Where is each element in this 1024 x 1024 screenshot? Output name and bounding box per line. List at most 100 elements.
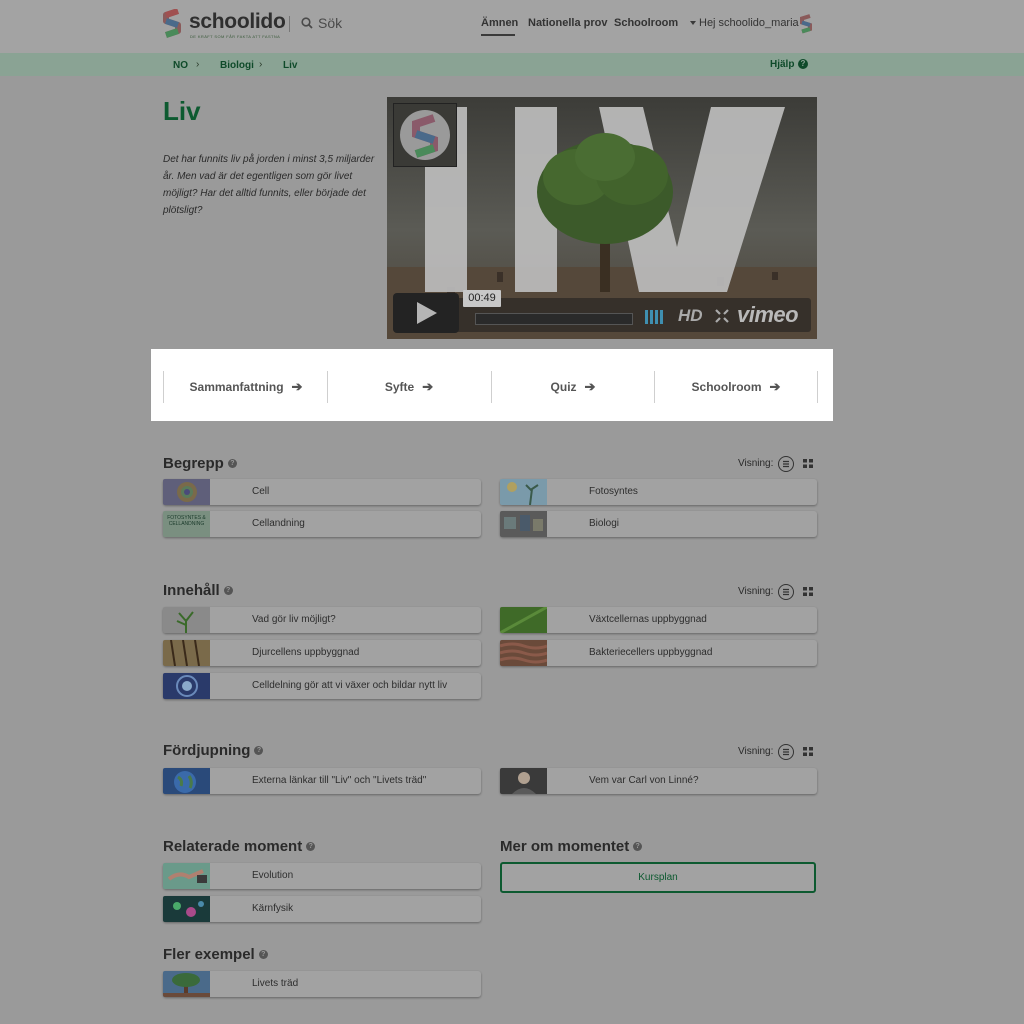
video-progress-bar[interactable] <box>475 313 633 325</box>
tab-label: Sammanfattning <box>189 380 284 394</box>
list-item-label: Kärnfysik <box>252 903 294 914</box>
section-title-innehall: Innehåll? <box>163 582 233 599</box>
list-item-label: Externa länkar till "Liv" och "Livets tr… <box>252 775 427 786</box>
thumbnail-bacteria <box>500 640 547 666</box>
question-circle-icon[interactable]: ? <box>223 585 233 595</box>
tab-label: Quiz <box>550 380 577 394</box>
thumbnail-tree <box>163 971 210 997</box>
question-circle-icon[interactable]: ? <box>633 841 643 851</box>
list-item-vad-gor-liv-mojligt[interactable]: Vad gör liv möjligt? <box>163 607 481 633</box>
list-item-biologi[interactable]: Biologi <box>500 511 817 537</box>
nav-active-indicator <box>481 34 515 36</box>
list-item-evolution[interactable]: Evolution <box>163 863 481 889</box>
list-item-label: Cell <box>252 486 270 497</box>
list-item-karnfysik[interactable]: Kärnfysik <box>163 896 481 922</box>
view-mode-label: Visning: <box>738 458 774 469</box>
list-item-label: Livets träd <box>252 978 299 989</box>
video-time: 00:49 <box>463 290 501 307</box>
breadcrumb-bar <box>0 53 1024 76</box>
video-player[interactable]: 00:49 HD vimeo <box>387 97 817 339</box>
play-icon <box>417 302 437 324</box>
vimeo-logo[interactable]: vimeo <box>737 302 799 328</box>
breadcrumb-biologi[interactable]: Biologi <box>220 60 254 71</box>
thumbnail-leaf <box>500 607 547 633</box>
thumbnail-cellandning: FOTOSYNTES & CELLANDNING <box>163 511 210 537</box>
list-item-cell[interactable]: Cell <box>163 479 481 505</box>
section-title-text: Begrepp <box>163 455 224 472</box>
list-view-icon[interactable] <box>778 584 794 600</box>
list-item-djurcellens-uppbyggnad[interactable]: Djurcellens uppbyggnad <box>163 640 481 666</box>
user-avatar-icon[interactable] <box>799 14 813 34</box>
tab-schoolroom[interactable]: Schoolroom ➔ <box>655 372 817 402</box>
list-item-label: Vem var Carl von Linné? <box>589 775 699 786</box>
thumbnail-cell-division <box>163 673 210 699</box>
section-title-begrepp: Begrepp? <box>163 455 237 472</box>
search-icon[interactable] <box>301 17 313 29</box>
list-item-celldelning[interactable]: Celldelning gör att vi växer och bildar … <box>163 673 481 699</box>
list-item-cellandning[interactable]: FOTOSYNTES & CELLANDNING Cellandning <box>163 511 481 537</box>
grid-view-icon[interactable] <box>803 587 813 596</box>
list-item-externa-lankar[interactable]: Externa länkar till "Liv" och "Livets tr… <box>163 768 481 794</box>
user-menu[interactable]: Hej schoolido_maria <box>699 17 799 29</box>
list-item-label: Vad gör liv möjligt? <box>252 614 336 625</box>
thumbnail-plant <box>163 607 210 633</box>
tab-sammanfattning[interactable]: Sammanfattning ➔ <box>165 372 327 402</box>
section-title-text: Fördjupning <box>163 742 251 759</box>
list-item-livets-trad[interactable]: Livets träd <box>163 971 481 997</box>
schoolido-logo-icon[interactable] <box>162 9 182 39</box>
chevron-down-icon[interactable] <box>690 21 696 25</box>
breadcrumb-separator: › <box>259 59 263 70</box>
question-circle-icon[interactable]: ? <box>258 949 268 959</box>
arrow-right-icon: ➔ <box>422 379 434 394</box>
section-title-text: Mer om momentet <box>500 838 630 855</box>
list-item-carl-von-linne[interactable]: Vem var Carl von Linné? <box>500 768 817 794</box>
search-link[interactable]: Sök <box>318 15 342 31</box>
kursplan-button[interactable]: Kursplan <box>500 862 816 893</box>
view-mode-label: Visning: <box>738 586 774 597</box>
list-item-label: Cellandning <box>252 518 305 529</box>
volume-icon[interactable] <box>645 310 667 324</box>
breadcrumb-separator: › <box>196 59 200 70</box>
list-item-bakteriecellers-uppbyggnad[interactable]: Bakteriecellers uppbyggnad <box>500 640 817 666</box>
thumbnail-portrait <box>500 768 547 794</box>
list-item-label: Växtcellernas uppbyggnad <box>589 614 707 625</box>
tab-label: Schoolroom <box>691 380 762 394</box>
breadcrumb-no[interactable]: NO <box>173 60 188 71</box>
thumbnail-caption: FOTOSYNTES & CELLANDNING <box>167 515 206 527</box>
list-item-fotosyntes[interactable]: Fotosyntes <box>500 479 817 505</box>
list-item-label: Evolution <box>252 870 294 881</box>
grid-view-icon[interactable] <box>803 459 813 468</box>
fullscreen-icon[interactable] <box>715 309 729 323</box>
nav-amnen[interactable]: Ämnen <box>481 17 518 29</box>
section-title-fler-exempel: Fler exempel? <box>163 946 268 963</box>
question-circle-icon[interactable]: ? <box>798 59 808 69</box>
arrow-right-icon: ➔ <box>769 379 781 394</box>
nav-nationella-prov[interactable]: Nationella prov <box>528 17 607 29</box>
list-item-label: Bakteriecellers uppbyggnad <box>589 647 713 658</box>
nav-schoolroom[interactable]: Schoolroom <box>614 17 678 29</box>
list-view-icon[interactable] <box>778 456 794 472</box>
section-title-text: Fler exempel <box>163 946 255 963</box>
video-channel-logo[interactable] <box>393 103 457 167</box>
intro-text: Det har funnits liv på jorden i minst 3,… <box>163 154 375 216</box>
top-header: schoolido DE KRÄFT SOM FÅR FAKTA ATT FAS… <box>0 0 1024 53</box>
logo-text[interactable]: schoolido <box>189 10 286 34</box>
tab-divider <box>817 371 818 403</box>
question-circle-icon[interactable]: ? <box>306 841 316 851</box>
question-circle-icon[interactable]: ? <box>227 458 237 468</box>
thumbnail-cell <box>163 479 210 505</box>
breadcrumb-liv[interactable]: Liv <box>283 60 297 71</box>
list-item-label: Biologi <box>589 518 620 529</box>
tab-syfte[interactable]: Syfte ➔ <box>328 372 490 402</box>
page-title: Liv <box>163 96 201 126</box>
help-link[interactable]: Hjälp <box>770 59 794 70</box>
tab-quiz[interactable]: Quiz ➔ <box>492 372 654 402</box>
list-item-label: Celldelning gör att vi växer och bildar … <box>252 680 448 691</box>
list-item-vaxtcellernas-uppbyggnad[interactable]: Växtcellernas uppbyggnad <box>500 607 817 633</box>
hd-toggle[interactable]: HD <box>678 306 703 326</box>
list-view-icon[interactable] <box>778 744 794 760</box>
question-circle-icon[interactable]: ? <box>254 745 264 755</box>
grid-view-icon[interactable] <box>803 747 813 756</box>
tab-label: Syfte <box>384 380 415 394</box>
section-title-text: Innehåll <box>163 582 220 599</box>
